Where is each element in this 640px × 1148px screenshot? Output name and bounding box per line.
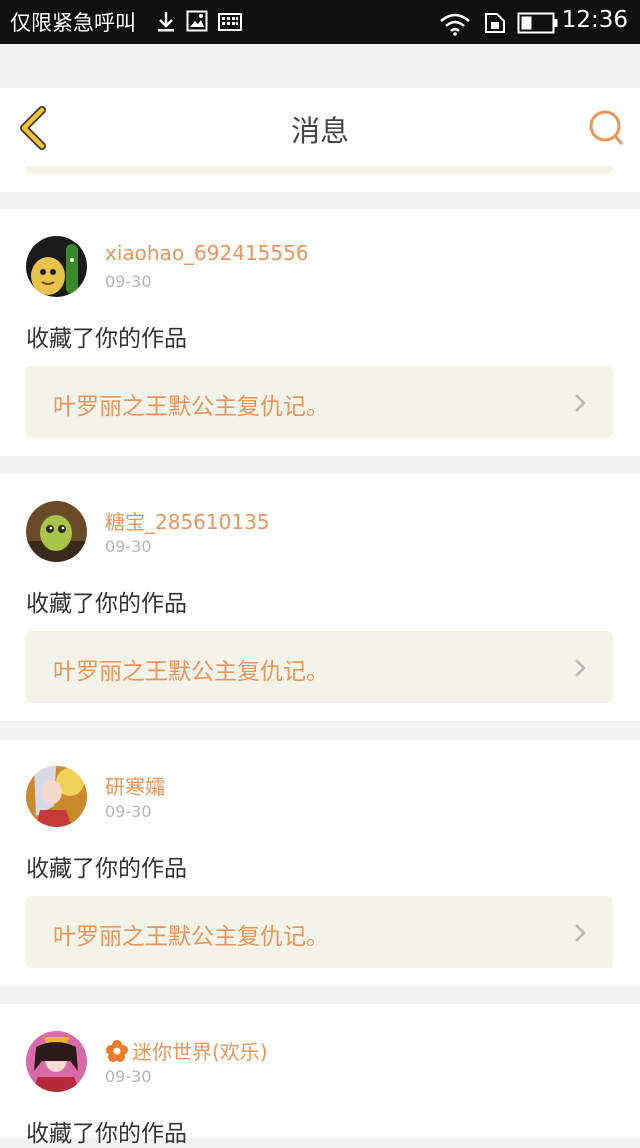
- action-text: 收藏了你的作品: [26, 856, 187, 882]
- username-text: 迷你世界(欢乐): [132, 1040, 268, 1064]
- message-date: 09-30: [105, 802, 152, 821]
- header-bar: 消息: [0, 88, 640, 167]
- avatar-image: [26, 501, 87, 562]
- username-link[interactable]: xiaohao_692415556: [105, 241, 309, 265]
- message-date: 09-30: [105, 272, 152, 291]
- action-text: 收藏了你的作品: [26, 591, 187, 617]
- work-link[interactable]: 叶罗丽之王默公主复仇记。: [26, 896, 613, 968]
- message-date: 09-30: [105, 537, 152, 556]
- username-link[interactable]: 迷你世界(欢乐): [105, 1036, 268, 1065]
- wifi-icon: [440, 13, 470, 36]
- message-card: 糖宝_285610135 09-30 收藏了你的作品 叶罗丽之王默公主复仇记。: [0, 474, 640, 721]
- flower-badge-icon: [106, 1040, 128, 1062]
- username-link[interactable]: 糖宝_285610135: [105, 506, 270, 535]
- work-title: 叶罗丽之王默公主复仇记。: [53, 394, 329, 420]
- battery-icon: [517, 12, 558, 34]
- action-text: 收藏了你的作品: [26, 1121, 187, 1147]
- avatar-image: [26, 236, 87, 297]
- download-icon: [158, 12, 174, 32]
- sim-icon: [485, 13, 505, 33]
- work-link[interactable]: 叶罗丽之王默公主复仇记。: [26, 631, 613, 703]
- work-title: 叶罗丽之王默公主复仇记。: [53, 924, 329, 950]
- image-icon: [186, 10, 208, 32]
- carrier-text: 仅限紧急呼叫: [10, 11, 136, 35]
- previous-card-peek: [0, 166, 640, 192]
- chevron-right-icon: [575, 924, 586, 942]
- chevron-right-icon: [575, 394, 586, 412]
- page-title: 消息: [290, 114, 349, 148]
- avatar[interactable]: [26, 236, 87, 297]
- work-link[interactable]: 叶罗丽之王默公主复仇记。: [26, 366, 613, 438]
- message-card: 迷你世界(欢乐) 09-30 收藏了你的作品: [0, 1004, 640, 1147]
- clock: 12:36: [561, 7, 628, 33]
- action-text: 收藏了你的作品: [26, 326, 187, 352]
- keyboard-icon: [218, 13, 242, 31]
- avatar[interactable]: [26, 1031, 87, 1092]
- chevron-right-icon: [575, 659, 586, 677]
- avatar[interactable]: [26, 766, 87, 827]
- avatar[interactable]: [26, 501, 87, 562]
- status-bar: 仅限紧急呼叫 12:36: [0, 0, 640, 44]
- work-title: 叶罗丽之王默公主复仇记。: [53, 659, 329, 685]
- message-card: 研寒孀 09-30 收藏了你的作品 叶罗丽之王默公主复仇记。: [0, 739, 640, 986]
- previous-work-box: [26, 166, 613, 174]
- message-date: 09-30: [105, 1067, 152, 1086]
- avatar-image: [26, 766, 87, 827]
- message-card: xiaohao_692415556 09-30 收藏了你的作品 叶罗丽之王默公主…: [0, 209, 640, 456]
- avatar-image: [26, 1031, 87, 1092]
- search-button[interactable]: [586, 108, 626, 148]
- username-link[interactable]: 研寒孀: [105, 771, 165, 800]
